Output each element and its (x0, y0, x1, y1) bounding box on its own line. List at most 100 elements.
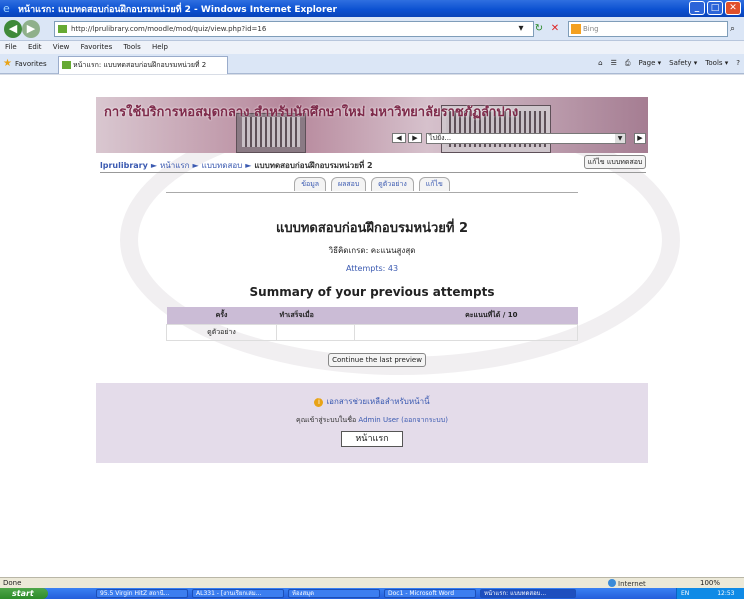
page-footer: i เอกสารช่วยเหลือสำหรับหน้านี้ คุณเข้าสู่… (96, 383, 648, 463)
taskbar-item-word[interactable]: Doc1 - Microsoft Word (384, 589, 476, 598)
quiz-tabs: ข้อมูล ผลสอบ ดูตัวอย่าง แก้ไข (96, 177, 648, 191)
back-button[interactable]: ◀ (4, 20, 22, 38)
info-icon: i (314, 398, 324, 407)
refresh-icon[interactable]: ↻ (532, 21, 546, 37)
jump-select[interactable]: ไปยัง... ▼ (426, 133, 626, 144)
tab-edit[interactable]: แก้ไข (418, 177, 450, 191)
jump-go-button[interactable]: ▶ (634, 133, 646, 144)
preview-cell[interactable]: ดูตัวอย่าง (166, 324, 277, 341)
home-button[interactable]: หน้าแรก (341, 431, 403, 447)
forward-button[interactable]: ▶ (22, 20, 40, 38)
breadcrumb: lprulibrary ► หน้าแรก ► แบบทดสอบ ► แบบทดสอบก่อ… (100, 161, 373, 170)
page-menu[interactable]: Page ▾ (638, 59, 661, 68)
divider (100, 172, 646, 173)
column-header-score: คะแนนที่ได้ / 10 (354, 307, 578, 325)
banner-title: การใช้บริการหอสมุดกลาง สำหรับนักศึกษาใหม… (104, 105, 519, 120)
tab-info[interactable]: ข้อมูล (294, 177, 327, 191)
completed-cell (276, 324, 355, 341)
jump-prev-button[interactable]: ◀ (392, 133, 406, 143)
tab-preview[interactable]: ดูตัวอย่าง (371, 177, 414, 191)
tab-title: หน้าแรก: แบบทดสอบก่อนฝึกอบรมหน่วยที่ 2 (73, 61, 207, 69)
bing-icon (571, 24, 581, 34)
score-cell (353, 324, 579, 341)
chevron-down-icon: ▼ (615, 134, 625, 143)
summary-title: Summary of your previous attempts (249, 285, 495, 299)
breadcrumb-current: แบบทดสอบก่อนฝึกอบรมหน่วยที่ 2 (254, 161, 373, 170)
windows-taskbar: start 95.5 Virgin HitZ สถานี... AL331 - … (0, 588, 744, 599)
tab-results[interactable]: ผลสอบ (330, 177, 367, 191)
tabs-underline (166, 192, 578, 193)
attempts-link[interactable]: Attempts: 43 (96, 264, 648, 273)
search-placeholder: Bing (583, 25, 599, 33)
jump-select-value: ไปยัง... (429, 134, 452, 142)
breadcrumb-quizzes[interactable]: แบบทดสอบ (202, 161, 243, 170)
taskbar-item-radio[interactable]: 95.5 Virgin HitZ สถานี... (96, 589, 188, 598)
table-row: ดูตัวอย่าง (166, 324, 579, 341)
edit-quiz-button[interactable]: แก้ไข แบบทดสอบ (584, 155, 646, 169)
login-info: คุณเข้าสู่ระบบในชื่อ Admin User (ออกจากร… (96, 415, 648, 426)
search-input[interactable]: Bing (568, 21, 728, 37)
feeds-icon[interactable]: ☰ (611, 59, 617, 68)
favorites-label[interactable]: Favorites (15, 60, 47, 68)
taskbar-item-folder[interactable]: ห้องสมุด (288, 589, 380, 598)
moodle-page: การใช้บริการหอสมุดกลาง สำหรับนักศึกษาใหม… (96, 75, 648, 577)
menu-bar: File Edit View Favorites Tools Help (0, 41, 744, 54)
jump-next-button[interactable]: ▶ (408, 133, 422, 143)
tools-menu[interactable]: Tools ▾ (705, 59, 728, 68)
safety-menu[interactable]: Safety ▾ (669, 59, 697, 68)
taskbar-item-al331[interactable]: AL331 - [งานเรียกเล่ม... (192, 589, 284, 598)
menu-file[interactable]: File (0, 41, 21, 51)
help-link[interactable]: i เอกสารช่วยเหลือสำหรับหน้านี้ (96, 395, 648, 408)
logout-link[interactable]: (ออกจากระบบ) (401, 416, 448, 424)
address-dropdown-icon[interactable]: ▾ (516, 21, 526, 37)
column-header-completed: ทำเสร็จเมื่อ (276, 307, 355, 325)
continue-preview-button[interactable]: Continue the last preview (328, 353, 426, 367)
start-button[interactable]: start (0, 588, 48, 599)
zoom-level[interactable]: 100% (700, 579, 720, 587)
attempts-table: ครั้ง ทำเสร็จเมื่อ คะแนนที่ได้ / 10 ดูตั… (166, 307, 579, 341)
menu-favorites[interactable]: Favorites (76, 41, 117, 51)
header-banner: การใช้บริการหอสมุดกลาง สำหรับนักศึกษาใหม… (96, 97, 648, 153)
minimize-button[interactable]: _ (689, 1, 705, 15)
ie-icon: e (3, 2, 10, 15)
breadcrumb-home[interactable]: หน้าแรก (160, 161, 190, 170)
breadcrumb-site[interactable]: lprulibrary (100, 161, 148, 170)
security-zone: Internet (608, 579, 646, 588)
globe-icon (608, 579, 616, 587)
url-field[interactable]: http://lprulibrary.com/moodle/mod/quiz/v… (54, 21, 534, 37)
system-tray: EN 12:53 (676, 588, 744, 599)
url-text: http://lprulibrary.com/moodle/mod/quiz/v… (71, 25, 267, 33)
tab-favicon-icon (62, 61, 71, 69)
column-header-attempt: ครั้ง (166, 307, 277, 325)
page-content: การใช้บริการหอสมุดกลาง สำหรับนักศึกษาใหม… (0, 75, 744, 577)
zone-label: Internet (618, 580, 646, 588)
menu-help[interactable]: Help (147, 41, 172, 51)
clock: 12:53 (717, 590, 735, 597)
taskbar-item-ie[interactable]: หน้าแรก: แบบทดสอบ... (480, 589, 576, 598)
user-link[interactable]: Admin User (358, 416, 399, 424)
favorites-star-icon[interactable]: ★ (3, 58, 12, 69)
login-prefix: คุณเข้าสู่ระบบในชื่อ (296, 416, 357, 424)
help-link-text: เอกสารช่วยเหลือสำหรับหน้านี้ (326, 397, 430, 406)
maximize-button[interactable]: □ (707, 1, 723, 15)
address-bar: ◀ ▶ http://lprulibrary.com/moodle/mod/qu… (0, 17, 744, 41)
favicon-icon (58, 25, 67, 33)
grading-method: วิธีคิดเกรด: คะแนนสูงสุด (328, 246, 416, 255)
print-icon[interactable]: ⎙ (625, 59, 631, 68)
status-bar: Done Internet 100% (0, 577, 744, 588)
menu-view[interactable]: View (48, 41, 74, 51)
browser-tab[interactable]: หน้าแรก: แบบทดสอบก่อนฝึกอบรมหน่วยที่ 2 (58, 56, 228, 74)
language-indicator[interactable]: EN (681, 590, 689, 597)
favorites-bar: ★ Favorites หน้าแรก: แบบทดสอบก่อนฝึกอบรม… (0, 54, 744, 74)
menu-edit[interactable]: Edit (23, 41, 46, 51)
window-title: หน้าแรก: แบบทดสอบก่อนฝึกอบรมหน่วยที่ 2 -… (18, 5, 337, 15)
quiz-heading: แบบทดสอบก่อนฝึกอบรมหน่วยที่ 2 (275, 221, 469, 236)
help-icon[interactable]: ? (736, 59, 740, 68)
stop-icon[interactable]: ✕ (548, 21, 562, 37)
search-icon[interactable]: ⌕ (730, 21, 742, 37)
home-icon[interactable]: ⌂ (598, 59, 602, 68)
status-text: Done (3, 579, 22, 587)
menu-tools[interactable]: Tools (118, 41, 144, 51)
close-button[interactable]: ✕ (725, 1, 741, 15)
window-titlebar: e หน้าแรก: แบบทดสอบก่อนฝึกอบรมหน่วยที่ 2… (0, 0, 744, 17)
